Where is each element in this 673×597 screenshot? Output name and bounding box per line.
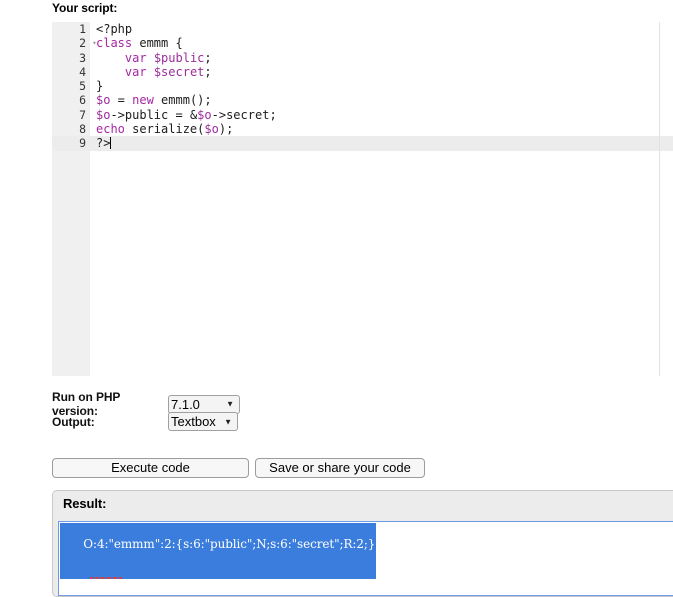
result-textarea[interactable]: O:4:"emmm":2:{s:6:"public";N;s:6:"secret… — [58, 521, 673, 596]
code-token-punct: ; — [269, 107, 277, 122]
php-version-select[interactable]: 7.1.0 — [168, 394, 240, 414]
result-panel: Result: O:4:"emmm":2:{s:6:"public";N;s:6… — [52, 490, 673, 597]
line-number: 2 ▾ — [52, 36, 97, 51]
result-output-value: O:4:"emmm":2:{s:6:"public";N;s:6:"secret… — [83, 537, 376, 551]
code-line: class emmm { — [90, 36, 673, 50]
code-token-punct: ; — [204, 64, 212, 79]
page-title: Your script: — [52, 1, 118, 15]
code-token-variable: $secret — [146, 64, 205, 79]
line-number: 6 — [79, 93, 86, 108]
output-select-wrap[interactable]: Textbox ▼ — [168, 412, 238, 431]
code-line-text: <?php — [96, 22, 133, 36]
save-or-share-button[interactable]: Save or share your code — [255, 458, 425, 478]
php-version-select-wrap[interactable]: 7.1.0 ▼ — [168, 394, 240, 414]
code-token-prop: secret — [226, 107, 270, 122]
editor-gutter: 1 2 ▾ 3 4 5 6 7 8 9 — [52, 22, 97, 376]
line-number: 7 — [79, 107, 86, 122]
action-button-bar: Execute code Save or share your code — [52, 458, 425, 478]
line-number: 5 — [79, 79, 86, 94]
line-number: 1 — [79, 22, 86, 36]
code-line-text: ?> — [96, 136, 111, 151]
code-line: var $secret; — [90, 65, 673, 79]
code-token-punct: = & — [168, 107, 198, 122]
output-row: Output: Textbox ▼ — [52, 412, 238, 431]
code-line-active: ?> — [90, 136, 673, 151]
code-token-punct: ); — [218, 122, 234, 137]
code-line: } — [90, 79, 673, 93]
code-token-keyword: class — [96, 36, 133, 51]
output-label: Output: — [52, 414, 95, 429]
code-token-function: serialize( — [124, 122, 205, 137]
code-token-punct: ; — [204, 50, 212, 65]
code-token-variable: $o — [96, 107, 111, 122]
code-token-punct: = — [110, 93, 133, 108]
line-number: 4 — [79, 64, 86, 79]
output-select[interactable]: Textbox — [168, 412, 238, 431]
code-token-keyword: new — [132, 93, 154, 108]
code-line: echo serialize($o); — [90, 122, 673, 136]
code-editor[interactable]: 1 2 ▾ 3 4 5 6 7 8 9 <?php class emmm { v… — [52, 22, 673, 376]
print-margin-ruler — [659, 22, 660, 376]
execute-code-button[interactable]: Execute code — [52, 458, 249, 478]
spellcheck-underline — [90, 576, 123, 579]
code-token-punct: -> — [110, 107, 125, 122]
code-line-text: } — [96, 79, 104, 94]
code-token-class: emmm(); — [153, 93, 212, 108]
code-token-variable: $public — [146, 50, 205, 65]
code-line-text: emmm { — [132, 36, 183, 51]
line-number-active: 9 — [52, 136, 90, 151]
line-number-text: 2 — [79, 36, 86, 51]
code-token-variable: $o — [96, 93, 111, 108]
code-token-punct: -> — [211, 107, 227, 122]
code-line: $o->public = &$o->secret; — [90, 108, 673, 122]
result-output-text: O:4:"emmm":2:{s:6:"public";N;s:6:"secret… — [60, 523, 377, 579]
code-token-keyword: var — [124, 64, 147, 79]
line-number: 8 — [79, 122, 86, 137]
code-token-variable: $o — [197, 107, 212, 122]
text-cursor — [110, 137, 112, 150]
code-token-variable: $o — [204, 122, 219, 137]
editor-content[interactable]: <?php class emmm { var $public; var $sec… — [90, 22, 673, 376]
code-token-keyword: var — [124, 50, 147, 65]
result-label: Result: — [63, 496, 107, 511]
line-number: 3 — [79, 50, 86, 65]
code-line: $o = new emmm(); — [90, 93, 673, 107]
code-token-prop: public — [124, 107, 169, 122]
code-line: var $public; — [90, 51, 673, 65]
code-line: <?php — [90, 22, 673, 36]
code-token-keyword: echo — [96, 122, 125, 137]
